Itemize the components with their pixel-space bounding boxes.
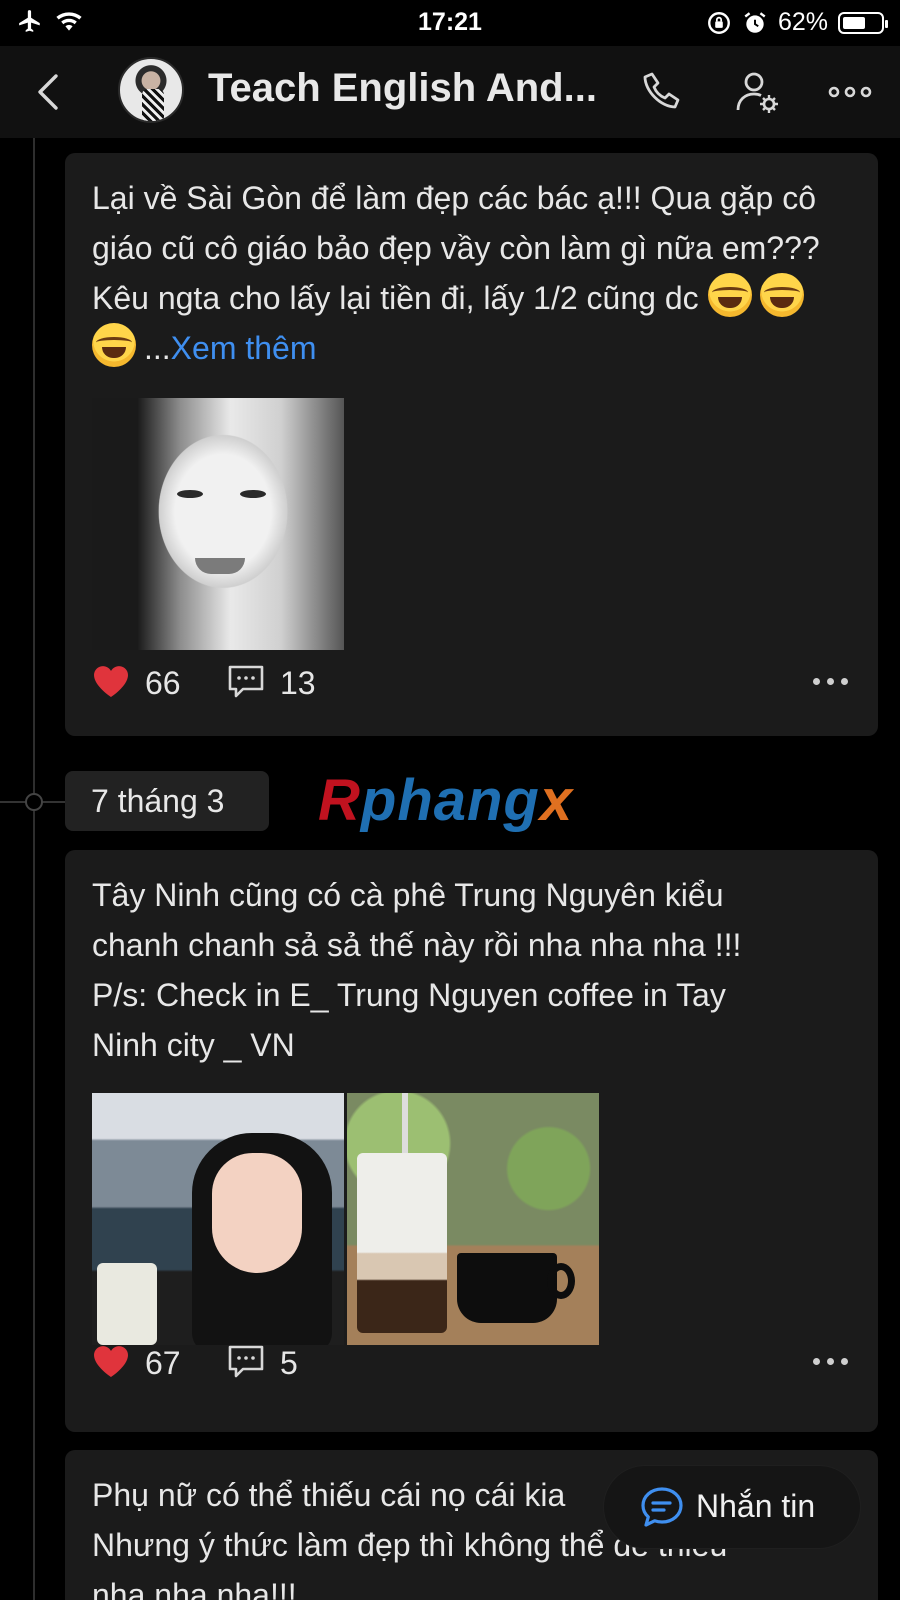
post-card[interactable]: Lại về Sài Gòn để làm đẹp các bác ạ!!! Q… xyxy=(65,153,878,736)
status-bar: 17:21 62% xyxy=(0,0,900,46)
post-actions: 66 13 xyxy=(92,657,851,707)
rotation-lock-icon xyxy=(708,11,730,34)
laughing-emoji-icon xyxy=(707,273,752,317)
back-chevron-icon[interactable] xyxy=(30,68,70,116)
post-card[interactable]: Tây Ninh cũng có cà phê Trung Nguyên kiể… xyxy=(65,850,878,1432)
chat-bubble-icon xyxy=(641,1487,683,1527)
timeline-line xyxy=(33,138,35,1600)
see-more-link[interactable]: Xem thêm xyxy=(171,330,317,366)
timeline-node xyxy=(25,793,43,811)
post-photo[interactable] xyxy=(92,398,344,650)
post-photo[interactable] xyxy=(347,1093,599,1345)
watermark-logo: Rphangx xyxy=(318,768,574,833)
date-separator: 7 tháng 3 xyxy=(65,771,269,831)
heart-icon[interactable] xyxy=(92,1343,130,1379)
avatar[interactable] xyxy=(118,57,184,123)
like-count: 66 xyxy=(145,665,181,701)
post-more-icon[interactable] xyxy=(811,1349,851,1369)
laughing-emoji-icon xyxy=(759,273,804,317)
navigation-bar: Teach English And... xyxy=(0,46,900,138)
phone-icon[interactable] xyxy=(638,68,686,116)
post-text: Lại về Sài Gòn để làm đẹp các bác ạ!!! Q… xyxy=(92,180,820,367)
comment-icon[interactable] xyxy=(227,664,265,700)
post-more-icon[interactable] xyxy=(811,669,851,689)
battery-percentage: 62% xyxy=(777,8,828,36)
comment-count: 5 xyxy=(280,1345,298,1381)
laughing-emoji-icon xyxy=(92,323,136,367)
like-count: 67 xyxy=(145,1345,181,1381)
comment-count: 13 xyxy=(280,665,316,701)
page-title[interactable]: Teach English And... xyxy=(208,66,608,111)
more-options-icon[interactable] xyxy=(826,68,874,116)
battery-icon xyxy=(838,11,888,34)
post-actions: 67 5 xyxy=(92,1337,851,1387)
comment-icon[interactable] xyxy=(227,1344,265,1380)
message-button[interactable]: Nhắn tin xyxy=(604,1466,860,1548)
post-photo[interactable] xyxy=(92,1093,344,1345)
message-button-label: Nhắn tin xyxy=(696,1488,816,1524)
alarm-icon xyxy=(744,11,766,33)
heart-icon[interactable] xyxy=(92,663,130,699)
user-settings-icon[interactable] xyxy=(734,68,782,116)
post-text: Tây Ninh cũng có cà phê Trung Nguyên kiể… xyxy=(92,877,742,1063)
